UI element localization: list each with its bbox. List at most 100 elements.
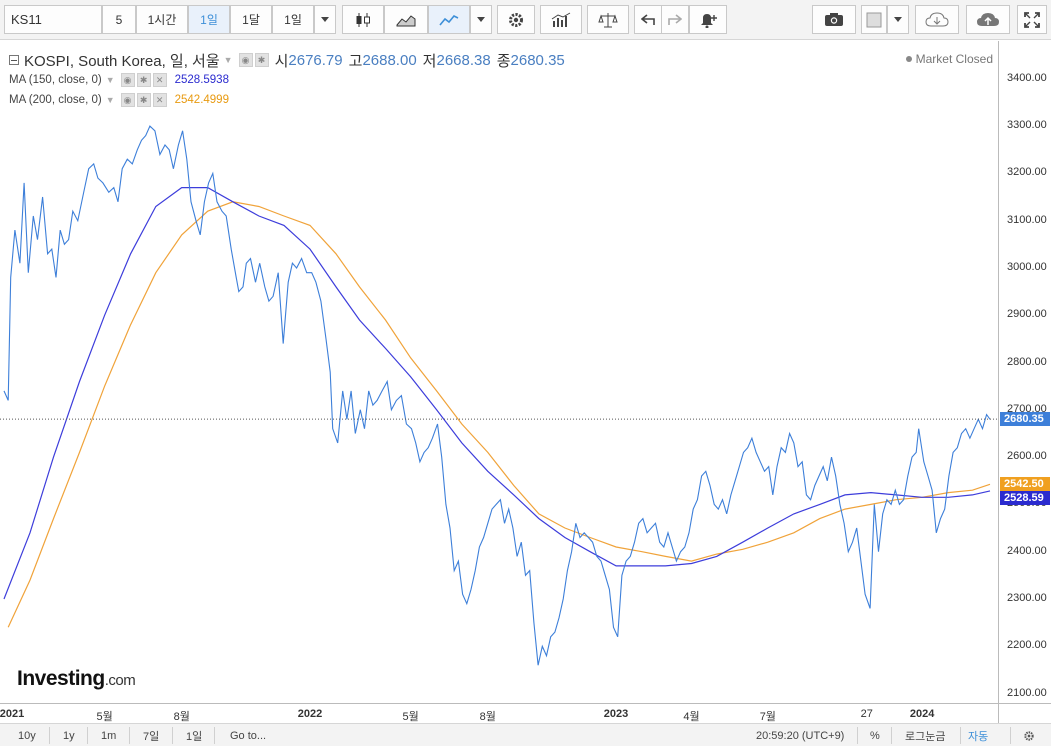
color-swatch-icon <box>866 12 882 27</box>
caret-down-icon[interactable]: ▼ <box>224 55 233 65</box>
main-series-legend: KOSPI, South Korea, 일, 서울 ▼ ◉ ✱ 시 2676.7… <box>9 50 565 70</box>
time-tick-label: 27 <box>860 708 873 720</box>
time-tick-label: 2024 <box>909 708 935 720</box>
goto-button[interactable]: Go to... <box>230 727 266 744</box>
logo-brand: Investing <box>17 667 105 690</box>
symbol-input[interactable]: KS11 <box>4 5 102 34</box>
bottom-bar: 10y 1y 1m 7일 1일 Go to... 20:59:20 (UTC+9… <box>0 723 1051 746</box>
collapse-toggle[interactable] <box>9 55 19 65</box>
interval-1d-button[interactable]: 1일 <box>188 5 230 34</box>
ma150-legend: MA (150, close, 0) ▼ ◉ ✱ ✕ 2528.5938 <box>9 70 565 90</box>
chart-plot-area[interactable] <box>0 41 998 703</box>
time-tick-label: 5월 <box>96 711 113 723</box>
candles-chart-button[interactable] <box>342 5 384 34</box>
interval-1mo-button[interactable]: 1달 <box>230 5 272 34</box>
price-tick-label: 3400.00 <box>1007 71 1047 84</box>
eye-icon[interactable]: ◉ <box>120 93 135 107</box>
time-tick-label: 8월 <box>479 711 496 723</box>
screenshot-button[interactable] <box>812 5 856 34</box>
candlestick-icon <box>356 12 370 27</box>
axis-corner <box>998 703 1051 723</box>
range-10y-button[interactable]: 10y <box>18 727 36 744</box>
price-chart-svg <box>0 125 998 666</box>
divider <box>960 727 961 744</box>
close-icon[interactable]: ✕ <box>152 93 167 107</box>
auto-scale-toggle[interactable]: 자동 <box>968 727 988 744</box>
gear-icon <box>1024 730 1034 741</box>
color-swatch-button[interactable] <box>861 5 887 34</box>
time-tick-label: 2023 <box>603 708 629 720</box>
open-label: 시 <box>274 52 289 70</box>
indicators-button[interactable] <box>540 5 582 34</box>
caret-down-icon[interactable]: ▼ <box>106 95 115 105</box>
eye-icon[interactable]: ◉ <box>120 73 135 87</box>
axis-settings-button[interactable] <box>1023 727 1035 744</box>
cloud-download-button[interactable] <box>915 5 959 34</box>
line-chart-button[interactable] <box>428 5 470 34</box>
divider <box>172 727 173 744</box>
redo-button[interactable] <box>661 5 689 34</box>
fullscreen-button[interactable] <box>1017 5 1047 34</box>
cloud-upload-button[interactable] <box>966 5 1010 34</box>
caret-down-icon[interactable]: ▼ <box>106 75 115 85</box>
ma200-legend: MA (200, close, 0) ▼ ◉ ✱ ✕ 2542.4999 <box>9 90 565 110</box>
gear-icon <box>509 12 523 27</box>
range-1m-button[interactable]: 1m <box>101 727 116 744</box>
cloud-download-icon <box>925 11 949 26</box>
divider <box>49 727 50 744</box>
settings-button[interactable] <box>497 5 535 34</box>
top-toolbar: KS11 5 1시간 1일 1달 1일 <box>0 0 1051 40</box>
high-label: 고 <box>348 52 363 70</box>
compare-button[interactable] <box>587 5 629 34</box>
interval-1h-button[interactable]: 1시간 <box>136 5 188 34</box>
price-tick-label: 3300.00 <box>1007 119 1047 132</box>
clock-readout[interactable]: 20:59:20 (UTC+9) <box>756 727 844 744</box>
area-chart-button[interactable] <box>384 5 428 34</box>
price-tick-label: 2400.00 <box>1007 544 1047 557</box>
camera-icon <box>825 13 843 26</box>
chart-legend: KOSPI, South Korea, 일, 서울 ▼ ◉ ✱ 시 2676.7… <box>9 50 565 110</box>
close-icon[interactable]: ✕ <box>152 73 167 87</box>
percent-toggle[interactable]: % <box>870 727 880 744</box>
range-1d-button[interactable]: 1일 <box>186 727 202 744</box>
market-status: Market Closed <box>905 52 993 66</box>
close-value: 2680.35 <box>510 51 565 69</box>
price-tick-label: 2600.00 <box>1007 450 1047 463</box>
ma150-series-line <box>3 187 991 600</box>
status-dot-icon <box>905 56 912 62</box>
ma200-price-tag: 2542.50 <box>1000 477 1050 492</box>
time-axis[interactable]: 2021 5월 8월 2022 5월 8월 2023 4월 7월 27 2024 <box>0 703 998 723</box>
fullscreen-icon <box>1024 11 1040 28</box>
undo-button[interactable] <box>634 5 662 34</box>
range-1y-button[interactable]: 1y <box>63 727 75 744</box>
range-7d-button[interactable]: 7일 <box>143 727 159 744</box>
interval-dropdown-value[interactable]: 1일 <box>272 5 314 34</box>
alert-button[interactable] <box>689 5 727 34</box>
low-value: 2668.38 <box>436 51 491 69</box>
gear-icon[interactable]: ✱ <box>254 53 269 67</box>
indicators-icon <box>551 12 571 27</box>
time-tick-label: 7월 <box>759 711 776 723</box>
divider <box>857 727 858 744</box>
price-tick-label: 2300.00 <box>1007 591 1047 604</box>
gear-icon[interactable]: ✱ <box>136 93 151 107</box>
color-dropdown-button[interactable] <box>887 5 909 34</box>
scale-balance-icon <box>598 12 618 27</box>
eye-icon[interactable]: ◉ <box>238 53 253 67</box>
interval-dropdown-button[interactable] <box>314 5 336 34</box>
logo-suffix: .com <box>104 672 136 689</box>
price-tick-label: 3200.00 <box>1007 166 1047 179</box>
price-tick-label: 2200.00 <box>1007 639 1047 652</box>
ma200-label: MA (200, close, 0) <box>9 94 102 106</box>
low-label: 저 <box>422 52 437 70</box>
price-tick-label: 2100.00 <box>1007 686 1047 699</box>
interval-5-button[interactable]: 5 <box>102 5 136 34</box>
gear-icon[interactable]: ✱ <box>136 73 151 87</box>
time-tick-label: 2022 <box>297 708 323 720</box>
market-status-text: Market Closed <box>915 52 993 66</box>
price-axis[interactable]: 3400.00 3300.00 3200.00 3100.00 3000.00 2900.… <box>998 41 1051 703</box>
log-scale-toggle[interactable]: 로그눈금 <box>905 727 945 744</box>
open-value: 2676.79 <box>288 51 343 69</box>
time-tick-label: 2021 <box>0 708 25 720</box>
chart-type-dropdown-button[interactable] <box>470 5 492 34</box>
